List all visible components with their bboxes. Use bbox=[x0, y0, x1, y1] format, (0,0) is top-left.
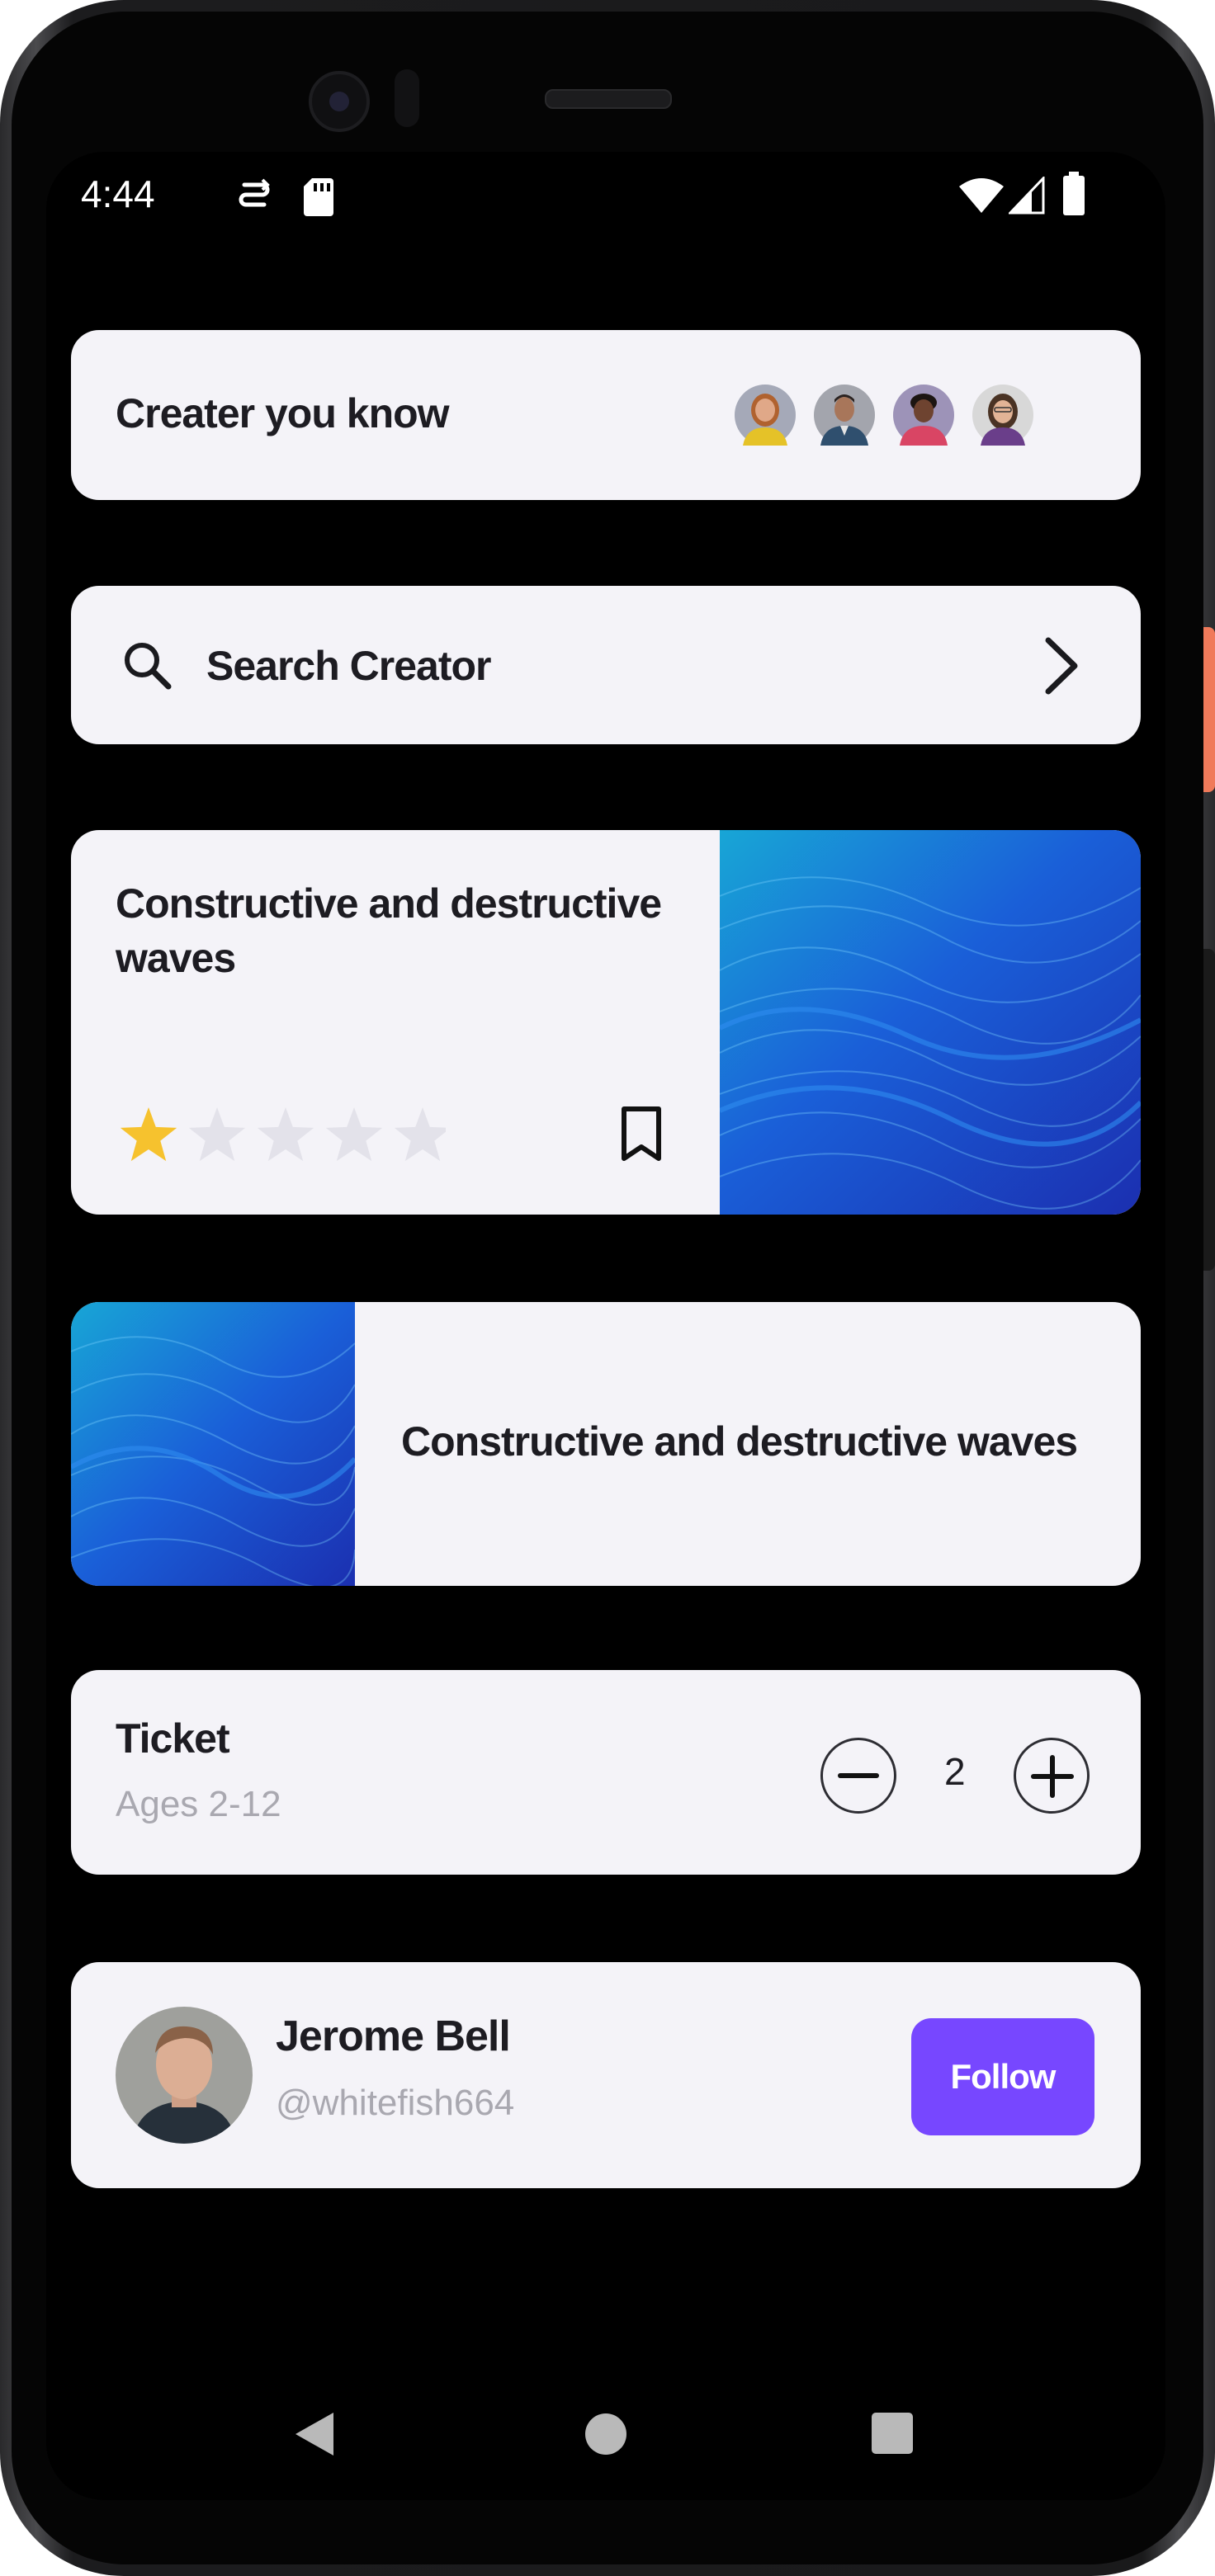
search-creator-card[interactable]: Search Creator bbox=[71, 586, 1141, 744]
rating-stars[interactable] bbox=[116, 1106, 446, 1165]
article-row-image bbox=[71, 1302, 355, 1586]
front-camera bbox=[309, 71, 370, 132]
wifi-icon bbox=[959, 178, 1004, 213]
article-row-card[interactable]: Constructive and destructive waves bbox=[71, 1302, 1141, 1586]
recents-icon[interactable] bbox=[872, 2413, 913, 2454]
article-row-title: Constructive and destructive waves bbox=[401, 1418, 1078, 1465]
bookmark-icon[interactable] bbox=[619, 1106, 664, 1163]
chevron-right-icon bbox=[1045, 637, 1078, 695]
creator-avatar-3[interactable] bbox=[888, 380, 959, 451]
star-empty-icon[interactable] bbox=[188, 1107, 246, 1162]
proximity-sensor bbox=[395, 69, 419, 127]
follow-button[interactable]: Follow bbox=[911, 2018, 1094, 2135]
sync-icon bbox=[239, 178, 270, 207]
search-creator-label: Search Creator bbox=[206, 643, 491, 689]
article-title: Constructive and destructive waves bbox=[116, 880, 662, 981]
star-filled-icon[interactable] bbox=[120, 1107, 177, 1162]
profile-name: Jerome Bell bbox=[276, 2012, 511, 2060]
creators-title: Creater you know bbox=[116, 390, 450, 436]
ticket-subtitle: Ages 2-12 bbox=[116, 1784, 281, 1824]
sd-card-icon bbox=[304, 178, 333, 216]
power-button bbox=[1203, 627, 1215, 792]
ticket-card: Ticket Ages 2-12 2 bbox=[71, 1670, 1141, 1875]
profile-handle: @whitefish664 bbox=[276, 2083, 515, 2123]
avatar[interactable] bbox=[116, 2007, 253, 2144]
back-icon[interactable] bbox=[292, 2411, 335, 2457]
creator-avatar-1[interactable] bbox=[730, 380, 801, 451]
star-empty-icon[interactable] bbox=[257, 1107, 314, 1162]
increment-button[interactable] bbox=[1014, 1738, 1090, 1814]
home-icon[interactable] bbox=[584, 2413, 627, 2456]
star-empty-icon[interactable] bbox=[394, 1107, 446, 1162]
creator-avatar-2[interactable] bbox=[809, 380, 880, 451]
star-empty-icon[interactable] bbox=[325, 1107, 383, 1162]
ticket-title: Ticket bbox=[116, 1715, 230, 1762]
earpiece-speaker bbox=[545, 89, 672, 109]
volume-button bbox=[1203, 949, 1215, 1271]
decrement-button[interactable] bbox=[820, 1738, 896, 1814]
plus-icon bbox=[1031, 1755, 1074, 1798]
battery-icon bbox=[1063, 172, 1085, 215]
status-time: 4:44 bbox=[81, 172, 155, 215]
article-image bbox=[720, 830, 1141, 1215]
creator-avatar-4[interactable] bbox=[967, 380, 1038, 451]
signal-icon bbox=[1009, 177, 1045, 215]
ticket-quantity: 2 bbox=[944, 1750, 966, 1793]
minus-icon bbox=[838, 1773, 879, 1778]
search-icon bbox=[125, 643, 172, 690]
